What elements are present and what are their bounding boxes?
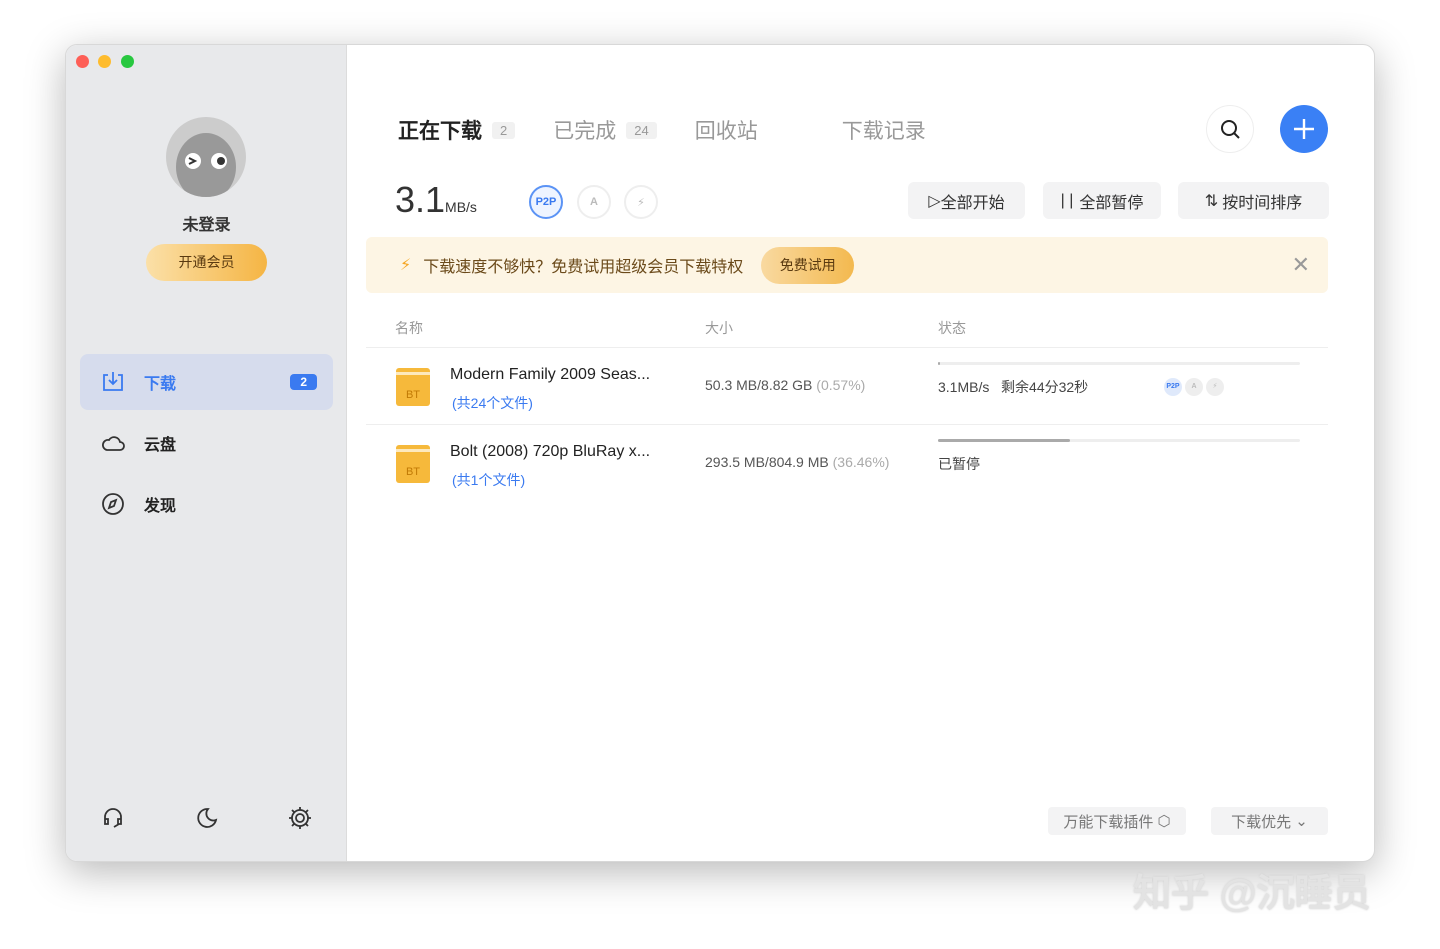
cloud-icon bbox=[100, 430, 126, 456]
promo-text: 下载速度不够快？免费试用超级会员下载特权 bbox=[423, 259, 744, 276]
close-window-button[interactable] bbox=[76, 55, 89, 68]
sidebar: 未登录 开通会员 下载 2 云盘 发现 bbox=[66, 45, 347, 861]
open-vip-button[interactable]: 开通会员 bbox=[146, 244, 267, 281]
lightning-icon: ⚡ bbox=[400, 257, 412, 274]
file-size: 293.5 MB/804.9 MB (36.46%) bbox=[705, 454, 890, 470]
plugin-button[interactable]: 万能下载插件 ⬡ bbox=[1048, 807, 1186, 835]
play-icon: ▷ bbox=[928, 192, 941, 210]
tab-completed[interactable]: 已完成 24 bbox=[553, 115, 657, 145]
file-name: Bolt (2008) 720p BluRay x... bbox=[450, 443, 651, 460]
tab-count: 24 bbox=[626, 121, 657, 139]
accelerate-icon: A bbox=[1185, 378, 1203, 396]
tab-history[interactable]: 下载记录 bbox=[842, 115, 926, 145]
sidebar-item-label: 下载 bbox=[144, 376, 177, 393]
dark-mode-icon[interactable] bbox=[194, 805, 220, 831]
file-size: 50.3 MB/8.82 GB (0.57%) bbox=[705, 377, 866, 393]
search-button[interactable] bbox=[1206, 105, 1254, 153]
minimize-window-button[interactable] bbox=[98, 55, 111, 68]
maximize-window-button[interactable] bbox=[121, 55, 134, 68]
column-header-name[interactable]: 名称 bbox=[395, 318, 423, 338]
free-trial-button[interactable]: 免费试用 bbox=[761, 246, 855, 284]
download-count-badge: 2 bbox=[290, 374, 317, 390]
promo-banner: ⚡ 下载速度不够快？免费试用超级会员下载特权 免费试用 ✕ bbox=[366, 237, 1328, 293]
sidebar-item-label: 发现 bbox=[144, 498, 177, 515]
sidebar-item-download[interactable]: 下载 2 bbox=[80, 354, 333, 410]
table-row[interactable]: BT Modern Family 2009 Seas... (共24个文件) 5… bbox=[366, 348, 1328, 424]
sort-by-time-button[interactable]: ⇅ 按时间排序 bbox=[1178, 182, 1329, 219]
tab-recycle-bin[interactable]: 回收站 bbox=[695, 115, 758, 145]
compass-icon bbox=[100, 491, 126, 517]
download-icon bbox=[100, 369, 126, 395]
column-header-status[interactable]: 状态 bbox=[938, 318, 966, 338]
boost-mode-toggle[interactable]: ⚡ bbox=[624, 185, 658, 219]
username[interactable]: 未登录 bbox=[66, 211, 347, 235]
start-all-button[interactable]: ▷ 全部开始 bbox=[908, 182, 1025, 219]
pause-all-button[interactable]: | | 全部暂停 bbox=[1043, 182, 1161, 219]
tab-downloading[interactable]: 正在下载 2 bbox=[398, 115, 516, 145]
main-panel: 正在下载 2 已完成 24 回收站 下载记录 3.1MB/s P2P A ⚡ ▷ 全部… bbox=[348, 45, 1374, 861]
close-banner-icon[interactable]: ✕ bbox=[1292, 252, 1310, 278]
watermark: 知乎 @沉睡员 bbox=[1133, 873, 1371, 915]
bt-folder-icon: BT bbox=[396, 368, 430, 406]
settings-icon[interactable] bbox=[287, 805, 313, 831]
download-status: 已暂停 bbox=[938, 456, 980, 472]
pause-icon: | | bbox=[1060, 191, 1074, 209]
add-task-button[interactable] bbox=[1280, 105, 1328, 153]
download-status: 3.1MB/s 剩余44分32秒 bbox=[938, 379, 1089, 395]
bt-folder-icon: BT bbox=[396, 445, 430, 483]
p2p-icon: P2P bbox=[1164, 378, 1182, 396]
app-window: 未登录 开通会员 下载 2 云盘 发现 正在下载 2 已完成 24 回收站 下载记录… bbox=[65, 44, 1375, 862]
plus-icon bbox=[1294, 119, 1314, 139]
tab-count: 2 bbox=[492, 121, 516, 139]
sidebar-item-discover[interactable]: 发现 bbox=[80, 476, 333, 532]
current-speed: 3.1MB/s bbox=[395, 179, 477, 220]
lightning-icon: ⚡ bbox=[1206, 378, 1224, 396]
progress-bar bbox=[938, 362, 1300, 365]
headset-icon[interactable] bbox=[100, 805, 126, 831]
table-row[interactable]: BT Bolt (2008) 720p BluRay x... (共1个文件) … bbox=[366, 425, 1328, 501]
accelerate-mode-toggle[interactable]: A bbox=[577, 185, 611, 219]
sidebar-item-cloud[interactable]: 云盘 bbox=[80, 415, 333, 471]
cube-icon: ⬡ bbox=[1157, 813, 1171, 830]
file-count-link[interactable]: (共24个文件) bbox=[452, 393, 533, 413]
file-count-link[interactable]: (共1个文件) bbox=[452, 470, 525, 490]
p2p-mode-toggle[interactable]: P2P bbox=[529, 185, 563, 219]
tab-bar: 正在下载 2 已完成 24 回收站 下载记录 bbox=[398, 115, 964, 145]
avatar[interactable] bbox=[166, 117, 246, 197]
column-header-size[interactable]: 大小 bbox=[705, 318, 733, 338]
progress-bar bbox=[938, 439, 1300, 442]
sort-icon: ⇅ bbox=[1204, 192, 1219, 210]
chevron-down-icon: ⌄ bbox=[1295, 813, 1308, 830]
sidebar-item-label: 云盘 bbox=[144, 437, 177, 454]
download-priority-dropdown[interactable]: 下载优先 ⌄ bbox=[1211, 807, 1328, 835]
search-icon bbox=[1221, 120, 1240, 139]
file-name: Modern Family 2009 Seas... bbox=[450, 366, 651, 383]
